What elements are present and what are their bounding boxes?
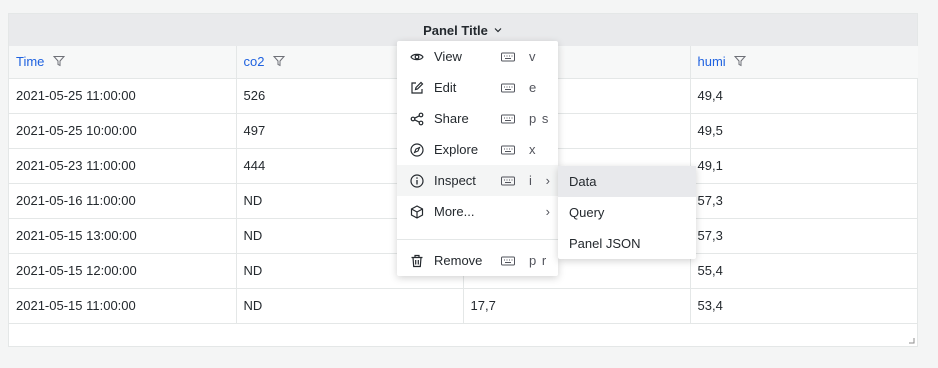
- table-cell: 2021-05-23 11:00:00: [9, 148, 237, 184]
- info-circle-icon: [410, 173, 424, 188]
- menu-item-shortcut: p s: [529, 111, 550, 126]
- menu-item-label: Edit: [434, 80, 457, 95]
- resize-handle-icon[interactable]: [907, 336, 915, 344]
- table-cell: 2021-05-25 10:00:00: [9, 113, 237, 149]
- table-cell: 49,4: [690, 78, 918, 114]
- menu-item-share[interactable]: Share p s: [397, 103, 558, 134]
- cube-icon: [410, 204, 424, 219]
- table-cell: 57,3: [690, 218, 918, 254]
- share-icon: [410, 112, 424, 125]
- keyboard-icon: [501, 83, 515, 92]
- table-cell: 49,1: [690, 148, 918, 184]
- column-header-label[interactable]: humi: [698, 54, 726, 69]
- menu-item-explore[interactable]: Explore x: [397, 134, 558, 165]
- filter-icon[interactable]: [734, 55, 747, 67]
- inspect-submenu: Data Query Panel JSON: [558, 166, 696, 259]
- chevron-right-icon: ›: [545, 204, 550, 219]
- compass-icon: [410, 142, 424, 157]
- chevron-right-icon: ›: [545, 173, 550, 188]
- table-cell: 17,7: [463, 288, 691, 324]
- menu-divider: [397, 239, 558, 240]
- table-cell: 2021-05-15 13:00:00: [9, 218, 237, 254]
- table-cell: ND: [236, 288, 464, 324]
- table-row: 2021-05-15 11:00:00 ND 17,7 53,4: [9, 288, 918, 324]
- menu-item-edit[interactable]: Edit e: [397, 72, 558, 103]
- table-cell: 57,3: [690, 183, 918, 219]
- keyboard-icon: [501, 145, 515, 154]
- column-header-label[interactable]: Time: [16, 54, 44, 69]
- menu-item-more[interactable]: More... ›: [397, 196, 558, 227]
- menu-item-shortcut: e: [529, 80, 538, 95]
- keyboard-icon: [501, 52, 515, 61]
- column-header-time[interactable]: Time: [9, 46, 237, 79]
- panel-menu: View v Edit e Share p s Explore x Inspec…: [397, 41, 558, 276]
- filter-icon[interactable]: [53, 55, 66, 67]
- menu-item-label: More...: [434, 204, 475, 219]
- table-cell: 2021-05-16 11:00:00: [9, 183, 237, 219]
- eye-icon: [410, 53, 424, 60]
- menu-item-shortcut: x: [529, 142, 537, 157]
- submenu-item-query[interactable]: Query: [558, 197, 696, 228]
- menu-item-shortcut: v: [529, 49, 537, 64]
- panel-title[interactable]: Panel Title: [423, 23, 488, 38]
- table-cell: 2021-05-25 11:00:00: [9, 78, 237, 114]
- table-cell: 2021-05-15 12:00:00: [9, 253, 237, 289]
- table-cell: 2021-05-15 11:00:00: [9, 288, 237, 324]
- table-cell: 55,4: [690, 253, 918, 289]
- keyboard-icon: [501, 256, 515, 265]
- menu-item-label: View: [434, 49, 462, 64]
- menu-item-label: Inspect: [434, 173, 476, 188]
- table-cell: 53,4: [690, 288, 918, 324]
- keyboard-icon: [501, 114, 515, 123]
- filter-icon[interactable]: [273, 55, 286, 67]
- menu-item-remove[interactable]: Remove p r: [397, 245, 558, 276]
- menu-item-inspect[interactable]: Inspect i ›: [397, 165, 558, 196]
- edit-icon: [411, 81, 424, 94]
- submenu-item-data[interactable]: Data: [558, 166, 696, 197]
- submenu-item-panel-json[interactable]: Panel JSON: [558, 228, 696, 259]
- menu-item-view[interactable]: View v: [397, 41, 558, 72]
- column-header-label[interactable]: co2: [244, 54, 265, 69]
- menu-item-label: Share: [434, 111, 469, 126]
- menu-item-label: Explore: [434, 142, 479, 157]
- menu-item-label: Remove: [434, 253, 483, 268]
- keyboard-icon: [501, 176, 515, 185]
- chevron-down-icon[interactable]: [493, 25, 503, 35]
- trash-icon: [411, 254, 423, 267]
- column-header-humi[interactable]: humi: [690, 46, 918, 79]
- table-cell: 49,5: [690, 113, 918, 149]
- menu-item-shortcut: p r: [529, 253, 548, 268]
- menu-item-shortcut: i: [529, 173, 533, 188]
